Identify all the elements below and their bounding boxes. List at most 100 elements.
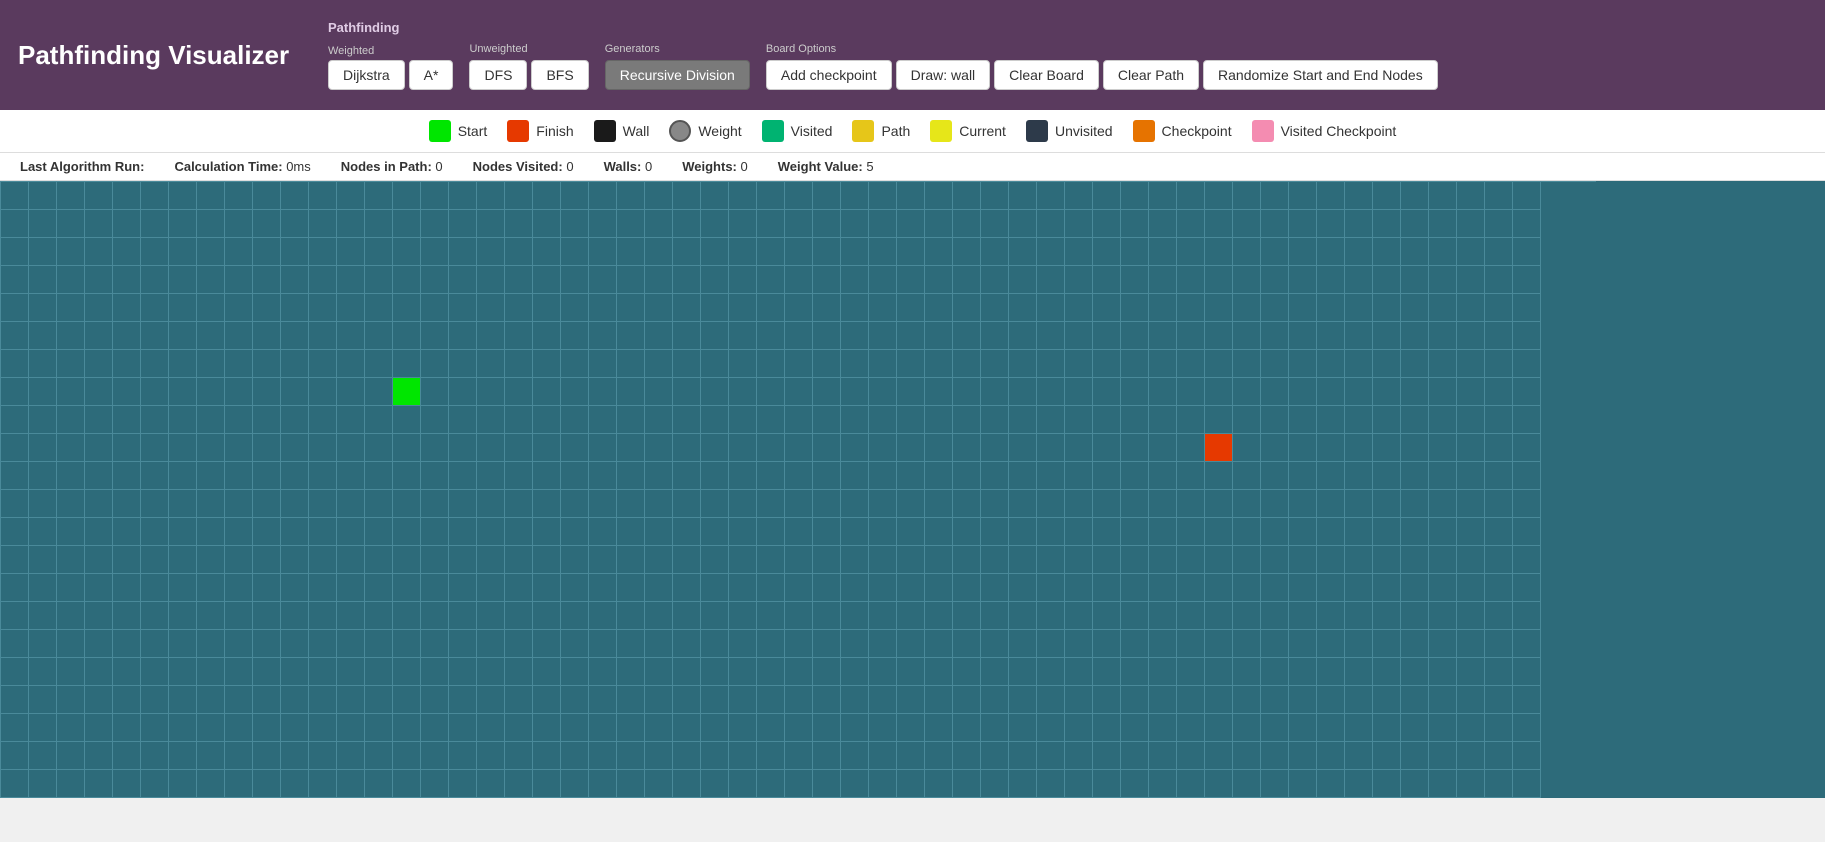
table-row[interactable] <box>1289 630 1317 658</box>
table-row[interactable] <box>589 742 617 770</box>
table-row[interactable] <box>57 182 85 210</box>
table-row[interactable] <box>393 602 421 630</box>
table-row[interactable] <box>57 434 85 462</box>
table-row[interactable] <box>1317 742 1345 770</box>
table-row[interactable] <box>421 266 449 294</box>
table-row[interactable] <box>1037 770 1065 798</box>
table-row[interactable] <box>505 490 533 518</box>
table-row[interactable] <box>1513 714 1541 742</box>
table-row[interactable] <box>1317 462 1345 490</box>
table-row[interactable] <box>1121 574 1149 602</box>
table-row[interactable] <box>1485 686 1513 714</box>
table-row[interactable] <box>449 546 477 574</box>
table-row[interactable] <box>197 546 225 574</box>
table-row[interactable] <box>1317 210 1345 238</box>
table-row[interactable] <box>1289 602 1317 630</box>
table-row[interactable] <box>1205 686 1233 714</box>
table-row[interactable] <box>729 490 757 518</box>
table-row[interactable] <box>477 462 505 490</box>
table-row[interactable] <box>113 742 141 770</box>
table-row[interactable] <box>1429 630 1457 658</box>
table-row[interactable] <box>253 630 281 658</box>
table-row[interactable] <box>981 378 1009 406</box>
table-row[interactable] <box>197 182 225 210</box>
table-row[interactable] <box>1233 602 1261 630</box>
table-row[interactable] <box>953 350 981 378</box>
table-row[interactable] <box>1065 658 1093 686</box>
table-row[interactable] <box>1093 462 1121 490</box>
table-row[interactable] <box>1 574 29 602</box>
table-row[interactable] <box>1289 686 1317 714</box>
table-row[interactable] <box>1233 294 1261 322</box>
table-row[interactable] <box>953 266 981 294</box>
table-row[interactable] <box>1401 434 1429 462</box>
table-row[interactable] <box>981 574 1009 602</box>
table-row[interactable] <box>141 378 169 406</box>
table-row[interactable] <box>785 378 813 406</box>
table-row[interactable] <box>281 546 309 574</box>
table-row[interactable] <box>1429 266 1457 294</box>
table-row[interactable] <box>813 602 841 630</box>
table-row[interactable] <box>1457 742 1485 770</box>
table-row[interactable] <box>813 238 841 266</box>
table-row[interactable] <box>981 630 1009 658</box>
table-row[interactable] <box>897 518 925 546</box>
table-row[interactable] <box>1233 518 1261 546</box>
table-row[interactable] <box>869 238 897 266</box>
table-row[interactable] <box>897 574 925 602</box>
table-row[interactable] <box>449 378 477 406</box>
table-row[interactable] <box>113 210 141 238</box>
table-row[interactable] <box>645 294 673 322</box>
table-row[interactable] <box>1345 182 1373 210</box>
table-row[interactable] <box>561 350 589 378</box>
table-row[interactable] <box>1065 294 1093 322</box>
table-row[interactable] <box>1345 490 1373 518</box>
table-row[interactable] <box>1373 182 1401 210</box>
table-row[interactable] <box>29 294 57 322</box>
table-row[interactable] <box>337 658 365 686</box>
table-row[interactable] <box>309 294 337 322</box>
table-row[interactable] <box>1009 546 1037 574</box>
table-row[interactable] <box>1149 210 1177 238</box>
table-row[interactable] <box>337 378 365 406</box>
table-row[interactable] <box>1513 238 1541 266</box>
table-row[interactable] <box>505 742 533 770</box>
table-row[interactable] <box>1093 406 1121 434</box>
table-row[interactable] <box>85 658 113 686</box>
table-row[interactable] <box>1373 238 1401 266</box>
table-row[interactable] <box>449 434 477 462</box>
table-row[interactable] <box>813 434 841 462</box>
table-row[interactable] <box>645 714 673 742</box>
table-row[interactable] <box>57 294 85 322</box>
table-row[interactable] <box>785 350 813 378</box>
table-row[interactable] <box>1373 686 1401 714</box>
table-row[interactable] <box>1373 630 1401 658</box>
table-row[interactable] <box>1401 658 1429 686</box>
table-row[interactable] <box>253 658 281 686</box>
table-row[interactable] <box>1261 518 1289 546</box>
table-row[interactable] <box>1009 714 1037 742</box>
table-row[interactable] <box>1065 770 1093 798</box>
table-row[interactable] <box>1345 294 1373 322</box>
table-row[interactable] <box>1485 378 1513 406</box>
table-row[interactable] <box>841 294 869 322</box>
table-row[interactable] <box>29 714 57 742</box>
table-row[interactable] <box>1093 686 1121 714</box>
table-row[interactable] <box>477 630 505 658</box>
table-row[interactable] <box>1373 322 1401 350</box>
table-row[interactable] <box>1093 518 1121 546</box>
table-row[interactable] <box>1093 742 1121 770</box>
table-row[interactable] <box>1317 490 1345 518</box>
table-row[interactable] <box>85 462 113 490</box>
table-row[interactable] <box>1373 742 1401 770</box>
table-row[interactable] <box>337 350 365 378</box>
table-row[interactable] <box>1 462 29 490</box>
table-row[interactable] <box>1373 602 1401 630</box>
table-row[interactable] <box>197 686 225 714</box>
table-row[interactable] <box>561 182 589 210</box>
table-row[interactable] <box>141 546 169 574</box>
table-row[interactable] <box>1037 322 1065 350</box>
table-row[interactable] <box>393 238 421 266</box>
table-row[interactable] <box>85 266 113 294</box>
table-row[interactable] <box>365 182 393 210</box>
